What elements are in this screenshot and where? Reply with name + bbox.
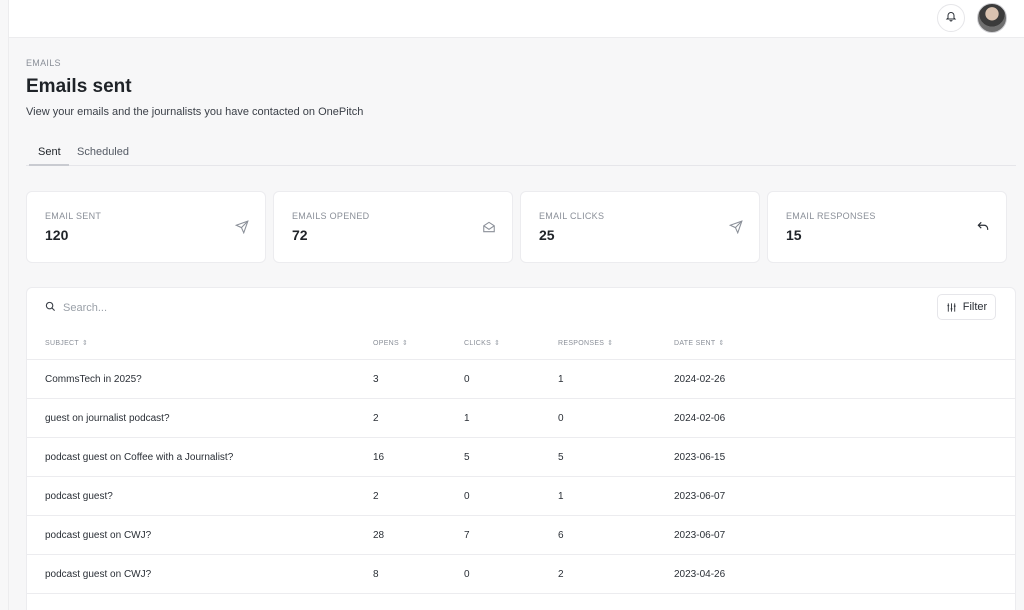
column-label: RESPONSES bbox=[558, 340, 605, 347]
column-label: SUBJECT bbox=[45, 340, 79, 347]
cell-date-sent: 2023-06-07 bbox=[674, 491, 726, 502]
cell-subject: podcast guest on CWJ? bbox=[45, 569, 152, 580]
stat-value: 120 bbox=[45, 227, 69, 243]
cell-responses: 1 bbox=[558, 374, 564, 385]
stat-card-emails-opened: EMAILS OPENED 72 bbox=[273, 191, 513, 263]
tab-sent[interactable]: Sent bbox=[38, 146, 61, 158]
filter-button[interactable]: Filter bbox=[937, 294, 996, 320]
table-row[interactable]: guest on journalist podcast? 2 1 0 2024-… bbox=[27, 399, 1015, 438]
table-row[interactable]: podcast guest on CWJ? 8 0 2 2023-04-26 bbox=[27, 555, 1015, 594]
cell-clicks: 7 bbox=[464, 530, 470, 541]
cell-responses: 1 bbox=[558, 491, 564, 502]
stat-label: EMAIL CLICKS bbox=[539, 211, 605, 221]
cell-date-sent: 2023-04-26 bbox=[674, 569, 726, 580]
cell-clicks: 5 bbox=[464, 452, 470, 463]
cell-responses: 5 bbox=[558, 452, 564, 463]
column-header-responses[interactable]: RESPONSES ⇕ bbox=[558, 339, 613, 347]
user-avatar[interactable] bbox=[977, 3, 1007, 33]
cell-date-sent: 2023-06-07 bbox=[674, 530, 726, 541]
table-row[interactable]: podcast guest on Coffee with a Journalis… bbox=[27, 438, 1015, 477]
send-icon bbox=[234, 220, 249, 235]
stat-label: EMAILS OPENED bbox=[292, 211, 370, 221]
search-input[interactable] bbox=[63, 302, 363, 314]
cell-subject: podcast guest on Coffee with a Journalis… bbox=[45, 452, 234, 463]
cell-opens: 8 bbox=[373, 569, 379, 580]
sliders-icon bbox=[946, 302, 957, 313]
sort-icon: ⇕ bbox=[402, 340, 409, 347]
tab-scheduled[interactable]: Scheduled bbox=[77, 146, 129, 158]
bell-icon bbox=[945, 9, 957, 27]
app-shell: EMAILS Emails sent View your emails and … bbox=[8, 0, 1024, 610]
column-label: OPENS bbox=[373, 340, 400, 347]
column-header-date-sent[interactable]: DATE SENT ⇕ bbox=[674, 339, 725, 347]
emails-table: Filter SUBJECT⇕ OPENS⇕ CLICKS⇕ RESPONSES… bbox=[26, 287, 1016, 610]
page-title: Emails sent bbox=[26, 76, 132, 97]
cell-subject: podcast guest? bbox=[45, 491, 113, 502]
column-header-opens[interactable]: OPENS ⇕ bbox=[373, 339, 408, 347]
sort-icon: ⇕ bbox=[607, 340, 614, 347]
sort-icon: ⇕ bbox=[494, 340, 501, 347]
sort-icon: ⇕ bbox=[718, 340, 725, 347]
page-subtitle: View your emails and the journalists you… bbox=[26, 106, 364, 118]
cell-responses: 2 bbox=[558, 569, 564, 580]
notifications-button[interactable] bbox=[937, 4, 965, 32]
cell-opens: 16 bbox=[373, 452, 385, 463]
cell-subject: podcast guest on CWJ? bbox=[45, 530, 152, 541]
stat-value: 72 bbox=[292, 227, 308, 243]
top-bar bbox=[9, 0, 1024, 38]
envelope-open-icon bbox=[482, 220, 496, 234]
cell-clicks: 0 bbox=[464, 569, 470, 580]
table-body: CommsTech in 2025? 3 0 1 2024-02-26 gues… bbox=[27, 360, 1015, 594]
cell-opens: 2 bbox=[373, 413, 379, 424]
search-icon bbox=[45, 299, 56, 317]
stat-value: 15 bbox=[786, 227, 802, 243]
breadcrumb: EMAILS bbox=[26, 58, 61, 68]
stat-value: 25 bbox=[539, 227, 555, 243]
cell-clicks: 0 bbox=[464, 491, 470, 502]
column-label: DATE SENT bbox=[674, 340, 716, 347]
cell-date-sent: 2023-06-15 bbox=[674, 452, 726, 463]
column-header-subject[interactable]: SUBJECT ⇕ bbox=[45, 339, 88, 347]
stat-card-email-clicks: EMAIL CLICKS 25 bbox=[520, 191, 760, 263]
cell-date-sent: 2024-02-26 bbox=[674, 374, 726, 385]
column-header-clicks[interactable]: CLICKS ⇕ bbox=[464, 339, 500, 347]
stat-label: EMAIL SENT bbox=[45, 211, 102, 221]
cell-clicks: 1 bbox=[464, 413, 470, 424]
tab-bar: Sent Scheduled bbox=[26, 140, 1016, 166]
stat-card-email-responses: EMAIL RESPONSES 15 bbox=[767, 191, 1007, 263]
search-bar bbox=[45, 298, 363, 318]
table-header: SUBJECT ⇕ OPENS ⇕ CLICKS ⇕ RESPONSES ⇕ DATE … bbox=[27, 328, 1015, 360]
stat-label: EMAIL RESPONSES bbox=[786, 211, 876, 221]
cell-responses: 6 bbox=[558, 530, 564, 541]
column-label: CLICKS bbox=[464, 340, 492, 347]
stat-card-emails-sent: EMAIL SENT 120 bbox=[26, 191, 266, 263]
sort-icon: ⇕ bbox=[82, 340, 89, 347]
cell-opens: 28 bbox=[373, 530, 385, 541]
cell-subject: guest on journalist podcast? bbox=[45, 413, 170, 424]
table-row[interactable]: podcast guest? 2 0 1 2023-06-07 bbox=[27, 477, 1015, 516]
cell-opens: 3 bbox=[373, 374, 379, 385]
table-row[interactable]: CommsTech in 2025? 3 0 1 2024-02-26 bbox=[27, 360, 1015, 399]
send-icon bbox=[728, 220, 743, 235]
filter-label: Filter bbox=[962, 301, 988, 313]
cell-opens: 2 bbox=[373, 491, 379, 502]
cell-clicks: 0 bbox=[464, 374, 470, 385]
reply-icon bbox=[976, 220, 990, 234]
cell-subject: CommsTech in 2025? bbox=[45, 374, 142, 385]
cell-responses: 0 bbox=[558, 413, 564, 424]
table-row[interactable]: podcast guest on CWJ? 28 7 6 2023-06-07 bbox=[27, 516, 1015, 555]
active-tab-indicator bbox=[29, 164, 69, 166]
cell-date-sent: 2024-02-06 bbox=[674, 413, 726, 424]
